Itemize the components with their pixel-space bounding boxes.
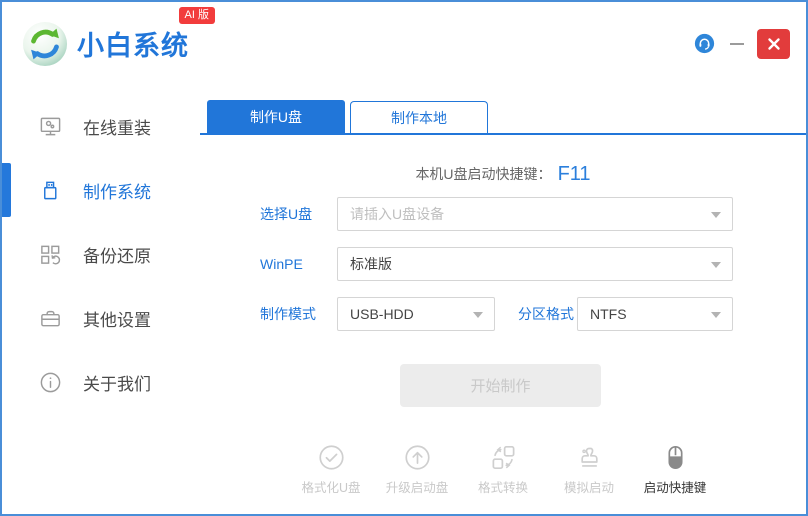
tool-format-convert[interactable]: 格式转换 xyxy=(470,444,536,496)
usb-select-label: 选择U盘 xyxy=(260,206,313,222)
footer-toolbar: 格式化U盘 升级启动盘 格式转换 模拟启动 启动快捷键 xyxy=(200,444,806,496)
sidebar-item-make-system[interactable]: 制作系统 xyxy=(2,158,200,222)
minimize-button[interactable] xyxy=(726,33,748,55)
tab-make-local[interactable]: 制作本地 xyxy=(350,101,488,133)
boot-hotkey-value: F11 xyxy=(557,162,591,185)
partition-format-value: NTFS xyxy=(590,306,627,322)
tool-boot-hotkey[interactable]: 启动快捷键 xyxy=(642,444,708,496)
boot-hotkey-line: 本机U盘启动快捷键： F11 xyxy=(200,161,806,187)
backup-restore-icon xyxy=(41,245,61,264)
tab-make-usb[interactable]: 制作U盘 xyxy=(207,100,345,133)
minimize-icon xyxy=(730,42,744,45)
usb-select-placeholder: 请插入U盘设备 xyxy=(350,206,445,222)
sidebar-item-label: 关于我们 xyxy=(83,374,151,394)
tool-simulate-boot[interactable]: 模拟启动 xyxy=(556,444,622,496)
make-usb-form: 选择U盘 请插入U盘设备 WinPE 标准版 制作模式 USB-HDD 分区格式… xyxy=(200,197,806,331)
form-row-winpe: WinPE 标准版 xyxy=(200,247,806,281)
sidebar-item-about-us[interactable]: 关于我们 xyxy=(2,350,200,414)
app-title: 小白系统 xyxy=(77,31,189,61)
active-indicator xyxy=(2,163,11,217)
convert-icon xyxy=(492,445,514,470)
make-mode-label: 制作模式 xyxy=(260,306,316,322)
sidebar-item-label: 其他设置 xyxy=(83,310,151,330)
tool-label: 格式化U盘 xyxy=(301,481,361,495)
arrow-up-circle-icon xyxy=(404,445,430,470)
make-mode-value: USB-HDD xyxy=(350,306,414,322)
briefcase-icon xyxy=(41,310,60,326)
stamp-icon xyxy=(580,447,598,467)
winpe-value: 标准版 xyxy=(350,256,392,272)
sidebar: 在线重装 制作系统 备份还原 其他设置 关于我们 xyxy=(2,85,200,514)
winpe-dropdown[interactable]: 标准版 xyxy=(337,247,733,281)
mouse-icon xyxy=(667,445,683,470)
window-controls xyxy=(694,28,790,59)
customer-service-icon[interactable] xyxy=(694,33,715,54)
boot-hotkey-label: 本机U盘启动快捷键： xyxy=(415,166,552,182)
ai-version-badge: AI 版 xyxy=(178,6,215,24)
usb-drive-icon xyxy=(44,181,57,199)
chevron-down-icon xyxy=(711,262,721,268)
winpe-label: WinPE xyxy=(260,256,303,272)
sidebar-item-label: 制作系统 xyxy=(83,182,151,202)
chevron-down-icon xyxy=(711,212,721,218)
chevron-down-icon xyxy=(711,312,721,318)
partition-format-label: 分区格式 xyxy=(518,306,574,322)
body: 在线重装 制作系统 备份还原 其他设置 关于我们 制作U盘 制作本地 本机U盘启… xyxy=(2,85,806,514)
tool-label: 启动快捷键 xyxy=(643,481,707,495)
start-make-button[interactable]: 开始制作 xyxy=(400,364,601,407)
form-row-usb: 选择U盘 请插入U盘设备 xyxy=(200,197,806,231)
info-icon xyxy=(40,372,61,392)
tool-format-usb[interactable]: 格式化U盘 xyxy=(298,444,364,496)
tool-label: 升级启动盘 xyxy=(385,481,449,495)
form-row-mode: 制作模式 USB-HDD 分区格式 NTFS xyxy=(200,297,806,331)
app-logo-icon xyxy=(22,21,68,66)
sidebar-item-label: 备份还原 xyxy=(83,246,151,266)
chevron-down-icon xyxy=(473,312,483,318)
sidebar-item-other-settings[interactable]: 其他设置 xyxy=(2,286,200,350)
header: 小白系统 AI 版 xyxy=(2,2,806,85)
close-icon xyxy=(767,37,780,50)
tab-label: 制作本地 xyxy=(391,109,447,126)
tab-label: 制作U盘 xyxy=(249,108,303,125)
main-content: 制作U盘 制作本地 本机U盘启动快捷键： F11 选择U盘 请插入U盘设备 Wi… xyxy=(200,85,806,514)
check-circle-icon xyxy=(318,445,344,470)
partition-format-dropdown[interactable]: NTFS xyxy=(577,297,733,331)
app-logo: 小白系统 AI 版 xyxy=(22,6,215,67)
tool-label: 格式转换 xyxy=(477,481,528,495)
sidebar-item-backup-restore[interactable]: 备份还原 xyxy=(2,222,200,286)
close-button[interactable] xyxy=(757,28,790,59)
tool-label: 模拟启动 xyxy=(563,481,614,495)
monitor-icon xyxy=(40,117,61,135)
sidebar-item-label: 在线重装 xyxy=(83,118,151,138)
tab-bar: 制作U盘 制作本地 xyxy=(200,100,806,135)
make-mode-dropdown[interactable]: USB-HDD xyxy=(337,297,495,331)
tool-upgrade-boot-disk[interactable]: 升级启动盘 xyxy=(384,444,450,496)
usb-select-dropdown[interactable]: 请插入U盘设备 xyxy=(337,197,733,231)
app-window: 小白系统 AI 版 在线重装 制作系统 备份还原 其他设置 关于我们 制作U盘 … xyxy=(0,0,808,516)
sidebar-item-online-reinstall[interactable]: 在线重装 xyxy=(2,94,200,158)
